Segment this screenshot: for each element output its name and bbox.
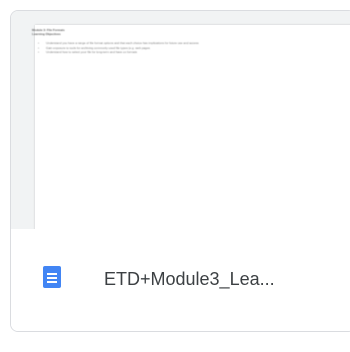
- preview-bullet: Understand you have a range of file form…: [38, 41, 292, 45]
- preview-bullet: Gain exposure to tools for archiving com…: [38, 46, 292, 50]
- file-name[interactable]: ETD+Module3_Lea...: [104, 268, 340, 290]
- document-preview-text: Module 3: File Formats Learning Objectiv…: [32, 28, 292, 55]
- preview-bullet-list: Understand you have a range of file form…: [32, 41, 292, 54]
- preview-bullet: Understand how to select your file for l…: [38, 50, 292, 54]
- preview-subheading: Learning Objectives: [32, 32, 61, 36]
- google-docs-icon: [43, 266, 61, 288]
- document-page-thumbnail: [35, 25, 350, 230]
